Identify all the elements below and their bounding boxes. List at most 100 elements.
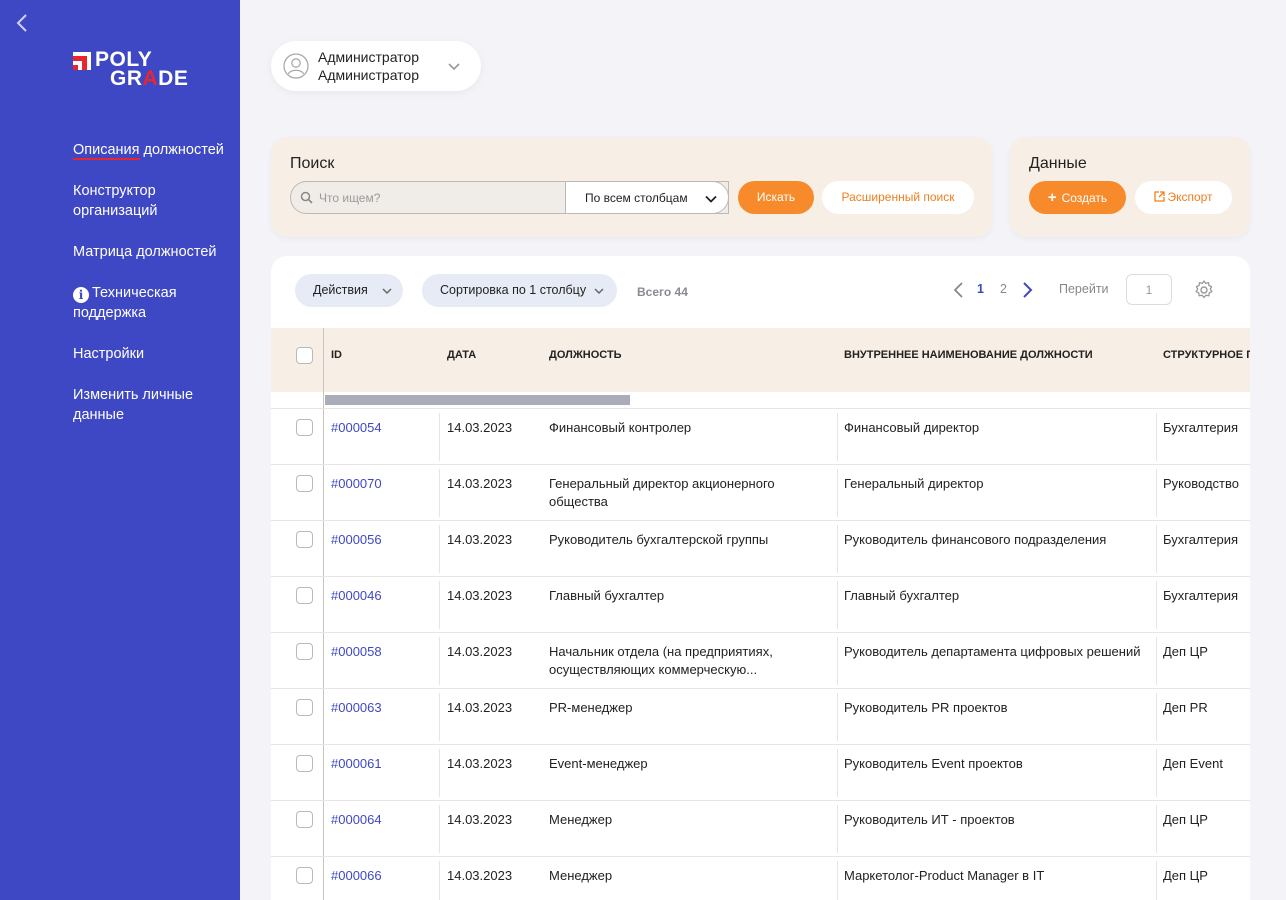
table-row[interactable]: #000064 14.03.2023 Менеджер Руководитель ИТ… xyxy=(271,800,1250,857)
row-position: Менеджер xyxy=(549,812,613,827)
table-row[interactable]: #000054 14.03.2023 Финансовый контролер Фин… xyxy=(271,408,1250,465)
row-internal-name: Руководитель департамента цифровых решен… xyxy=(844,644,1141,659)
sidebar-item-tech-support[interactable]: i Техническая поддержка xyxy=(73,283,233,323)
row-id-link[interactable]: #000066 xyxy=(331,867,382,885)
sidebar-item-edit-profile[interactable]: Изменить личные данные xyxy=(73,385,233,425)
sidebar-item-org-builder[interactable]: Конструктор организаций xyxy=(73,181,233,221)
table-row[interactable]: #000056 14.03.2023 Руководитель бухгалтерс… xyxy=(271,520,1250,577)
column-divider xyxy=(837,861,838,900)
advanced-search-button[interactable]: Расширенный поиск xyxy=(822,181,974,214)
column-divider xyxy=(837,525,838,573)
row-internal-name: Финансовый директор xyxy=(844,420,980,435)
sidebar-item-position-matrix[interactable]: Матрица должностей xyxy=(73,242,233,262)
sort-dropdown[interactable]: Сортировка по 1 столбцу xyxy=(422,274,617,307)
create-button[interactable]: + Создать xyxy=(1029,181,1126,214)
column-divider xyxy=(439,749,440,797)
table-row[interactable]: #000046 14.03.2023 Главный бухгалтер Главны… xyxy=(271,576,1250,633)
row-checkbox[interactable] xyxy=(296,755,313,772)
search-button[interactable]: Искать xyxy=(738,181,814,214)
row-id-link[interactable]: #000061 xyxy=(331,755,382,773)
sidebar-item-label: Описания xyxy=(73,142,140,160)
select-all-checkbox[interactable] xyxy=(296,347,313,364)
row-checkbox[interactable] xyxy=(296,419,313,436)
goto-page-input[interactable] xyxy=(1126,274,1172,305)
user-menu[interactable]: Администратор Администратор xyxy=(271,41,481,91)
column-divider xyxy=(837,693,838,741)
header-divider xyxy=(323,328,324,408)
column-divider xyxy=(439,805,440,853)
table-row[interactable]: #000061 14.03.2023 Event-менеджер Руководит… xyxy=(271,744,1250,801)
row-date: 14.03.2023 xyxy=(447,812,513,827)
row-id-link[interactable]: #000056 xyxy=(331,531,382,549)
column-header-position[interactable]: ДОЛЖНОСТЬ xyxy=(549,349,622,361)
table-row[interactable]: #000058 14.03.2023 Начальник отдела (на пр… xyxy=(271,632,1250,689)
column-divider xyxy=(837,469,838,517)
row-position: PR-менеджер xyxy=(549,700,633,715)
column-header-id[interactable]: ID xyxy=(331,349,342,361)
row-id-link[interactable]: #000058 xyxy=(331,643,382,661)
info-icon: i xyxy=(73,287,89,303)
row-checkbox[interactable] xyxy=(296,531,313,548)
row-department: Деп ЦР xyxy=(1163,812,1208,827)
row-divider xyxy=(323,409,324,465)
sidebar-item-job-descriptions[interactable]: Описания должностей xyxy=(73,140,233,160)
column-select[interactable]: По всем столбцам xyxy=(565,181,729,214)
chevron-left-icon[interactable] xyxy=(952,280,964,300)
column-divider xyxy=(439,861,440,900)
logo-line-2: GRADE xyxy=(110,68,188,89)
row-id-link[interactable]: #000063 xyxy=(331,699,382,717)
row-checkbox[interactable] xyxy=(296,867,313,884)
chevron-right-icon[interactable] xyxy=(1022,280,1034,300)
gear-icon[interactable] xyxy=(1193,279,1215,301)
column-divider xyxy=(837,413,838,461)
sidebar-item-settings[interactable]: Настройки xyxy=(73,344,233,364)
row-department: Бухгалтерия xyxy=(1163,532,1239,547)
row-date: 14.03.2023 xyxy=(447,756,513,771)
column-header-date[interactable]: ДАТА xyxy=(447,349,476,361)
column-header-department[interactable]: СТРУКТУРНОЕ П xyxy=(1163,349,1250,361)
row-internal-name: Руководитель ИТ - проектов xyxy=(844,812,1015,827)
actions-dropdown-label: Действия xyxy=(313,283,368,297)
row-internal-name: Главный бухгалтер xyxy=(844,588,960,603)
row-divider xyxy=(323,689,324,745)
row-checkbox[interactable] xyxy=(296,587,313,604)
row-id-link[interactable]: #000046 xyxy=(331,587,382,605)
page-2[interactable]: 2 xyxy=(1000,282,1007,296)
row-divider xyxy=(323,633,324,689)
row-checkbox[interactable] xyxy=(296,699,313,716)
search-input[interactable] xyxy=(319,182,559,213)
row-checkbox[interactable] xyxy=(296,811,313,828)
search-panel-title: Поиск xyxy=(290,155,335,172)
row-department: Деп PR xyxy=(1163,700,1208,715)
column-divider xyxy=(1156,581,1157,629)
row-checkbox[interactable] xyxy=(296,475,313,492)
row-id-link[interactable]: #000054 xyxy=(331,419,382,437)
chevron-down-icon xyxy=(705,195,717,203)
table-row[interactable]: #000063 14.03.2023 PR-менеджер Руководитель… xyxy=(271,688,1250,745)
column-header-internal-name[interactable]: ВНУТРЕННЕЕ НАИМЕНОВАНИЕ ДОЛЖНОСТИ xyxy=(844,349,1093,361)
row-internal-name: Генеральный директор xyxy=(844,476,984,491)
column-divider xyxy=(837,581,838,629)
row-divider xyxy=(323,801,324,857)
column-divider xyxy=(837,805,838,853)
chevron-down-icon xyxy=(448,63,460,71)
row-position: Менеджер xyxy=(549,868,613,883)
column-divider xyxy=(1156,749,1157,797)
user-name-line-2: Администратор xyxy=(318,67,420,83)
create-button-label: Создать xyxy=(1061,191,1108,205)
horizontal-scrollbar[interactable] xyxy=(325,395,630,405)
export-button[interactable]: Экспорт xyxy=(1135,181,1232,214)
row-id-link[interactable]: #000064 xyxy=(331,811,382,829)
row-department: Бухгалтерия xyxy=(1163,420,1239,435)
user-name: Администратор Администратор xyxy=(318,48,419,84)
row-department: Руководство xyxy=(1163,476,1239,491)
row-position: Генеральный директор акционерного общест… xyxy=(549,476,775,509)
back-arrow-icon[interactable] xyxy=(12,12,32,34)
page-1[interactable]: 1 xyxy=(977,282,984,296)
table-row[interactable]: #000070 14.03.2023 Генеральный директор ак… xyxy=(271,464,1250,521)
row-checkbox[interactable] xyxy=(296,643,313,660)
row-id-link[interactable]: #000070 xyxy=(331,475,382,493)
actions-dropdown[interactable]: Действия xyxy=(295,274,403,307)
table-row[interactable]: #000066 14.03.2023 Менеджер Маркетолог-Prod… xyxy=(271,856,1250,900)
sidebar-item-label: Изменить личные данные xyxy=(73,387,194,423)
